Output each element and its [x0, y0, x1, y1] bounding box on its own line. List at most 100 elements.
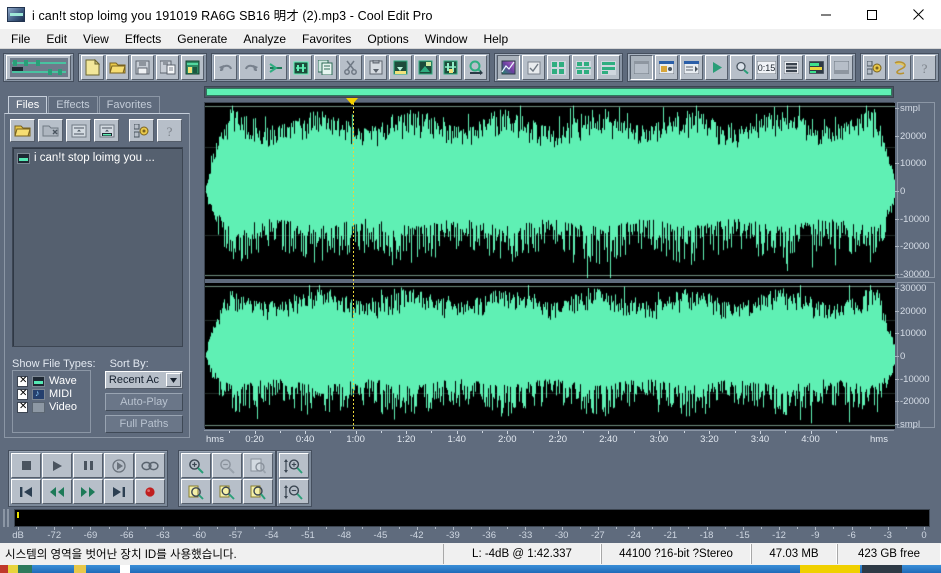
zoom-in-horizontal-button[interactable]	[181, 453, 211, 478]
undo-button[interactable]	[214, 55, 237, 80]
zoom-out-vertical-button[interactable]	[279, 479, 309, 504]
window-controls	[803, 0, 941, 29]
waveform-channel-left[interactable]	[205, 103, 895, 279]
organizer-window-button[interactable]	[630, 55, 653, 80]
scripts-button[interactable]	[888, 55, 911, 80]
zoom-out-full-button[interactable]	[243, 453, 273, 478]
status-bar-toggle-button[interactable]	[830, 55, 853, 80]
convert-sample-type-button[interactable]	[464, 55, 487, 80]
open-file-button[interactable]	[106, 55, 129, 80]
checkbox-icon[interactable]	[17, 376, 28, 387]
checkbox-wave[interactable]: Wave	[17, 375, 85, 387]
db-scale-tick	[18, 527, 19, 530]
placekeeper-window-button[interactable]	[680, 55, 703, 80]
file-list[interactable]: i can!t stop loimg you ...	[12, 147, 183, 347]
fast-forward-button[interactable]	[73, 479, 103, 504]
save-file-button[interactable]	[131, 55, 154, 80]
list-item[interactable]: i can!t stop loimg you ...	[15, 151, 180, 165]
level-meter-bar[interactable]	[14, 509, 930, 527]
menu-effects[interactable]: Effects	[117, 30, 169, 48]
save-all-button[interactable]	[181, 55, 204, 80]
zoom-out-horizontal-button[interactable]	[212, 453, 242, 478]
edit-view-button[interactable]	[547, 55, 570, 80]
insert-wave-button[interactable]	[94, 119, 119, 142]
go-to-end-button[interactable]	[104, 479, 134, 504]
zoom-in-left-edge-button[interactable]	[212, 479, 242, 504]
insert-into-multitrack-button[interactable]	[66, 119, 91, 142]
chevron-down-icon[interactable]	[166, 373, 181, 387]
help-button[interactable]: ?	[913, 55, 936, 80]
time-ruler-minor-tick	[836, 431, 837, 433]
tab-favorites[interactable]: Favorites	[99, 96, 160, 113]
multitrack-view-button[interactable]	[572, 55, 595, 80]
spectral-view-button[interactable]	[497, 55, 520, 80]
selection-view-window-button[interactable]	[780, 55, 803, 80]
redo-button[interactable]	[239, 55, 262, 80]
cursor-marker-icon[interactable]	[346, 98, 358, 105]
close-file-button[interactable]	[38, 119, 63, 142]
pause-button[interactable]	[73, 453, 103, 478]
checkbox-midi[interactable]: MIDI	[17, 388, 85, 400]
help-button[interactable]: ?	[157, 119, 182, 142]
zoom-window-button[interactable]	[730, 55, 753, 80]
full-paths-button[interactable]: Full Paths	[105, 415, 183, 433]
sort-by-select[interactable]: Recent Ac	[105, 371, 183, 389]
menu-help[interactable]: Help	[475, 30, 516, 48]
horizontal-scrollbar[interactable]	[204, 86, 894, 98]
checkbox-video[interactable]: Video	[17, 401, 85, 413]
level-meter-window-button[interactable]	[805, 55, 828, 80]
repeat-last-command-button[interactable]	[264, 55, 287, 80]
scrollbar-thumb[interactable]	[206, 88, 892, 96]
time-window-button[interactable]: 0:15	[755, 55, 778, 80]
transport-window-button[interactable]	[705, 55, 728, 80]
minimize-button[interactable]	[803, 0, 849, 29]
checkbox-icon[interactable]	[17, 389, 28, 400]
waveform-canvas-area[interactable]	[204, 102, 894, 428]
menu-favorites[interactable]: Favorites	[294, 30, 359, 48]
delete-selection-button[interactable]	[439, 55, 462, 80]
close-button[interactable]	[895, 0, 941, 29]
auto-play-button[interactable]: Auto-Play	[105, 393, 183, 411]
mix-paste-button[interactable]	[389, 55, 412, 80]
menu-edit[interactable]: Edit	[38, 30, 75, 48]
checkbox-icon[interactable]	[17, 402, 28, 413]
file-options-button[interactable]	[129, 119, 154, 142]
select-entire-wave-button[interactable]	[289, 55, 312, 80]
cut-button[interactable]	[339, 55, 362, 80]
level-meters-window-button[interactable]	[655, 55, 678, 80]
rewind-button[interactable]	[42, 479, 72, 504]
waveform-channel-right[interactable]	[205, 283, 895, 429]
time-ruler-label: 2:40	[599, 434, 618, 445]
multitrack-waveform-toggle-button[interactable]	[6, 55, 71, 80]
go-to-beginning-button[interactable]	[11, 479, 41, 504]
favorites-settings-button[interactable]	[863, 55, 886, 80]
paste-button[interactable]	[364, 55, 387, 80]
play-button[interactable]	[42, 453, 72, 478]
menu-generate[interactable]: Generate	[169, 30, 235, 48]
time-ruler[interactable]: hmshms0:200:401:001:201:402:002:202:403:…	[204, 430, 894, 446]
stop-button[interactable]	[11, 453, 41, 478]
db-scale-minor-tick	[36, 527, 37, 529]
loop-button[interactable]	[135, 453, 165, 478]
menu-file[interactable]: File	[3, 30, 38, 48]
cd-view-button[interactable]	[597, 55, 620, 80]
new-file-button[interactable]	[81, 55, 104, 80]
menu-view[interactable]: View	[75, 30, 117, 48]
save-as-button[interactable]	[156, 55, 179, 80]
zoom-in-vertical-button[interactable]	[279, 453, 309, 478]
play-to-end-button[interactable]	[104, 453, 134, 478]
trim-button[interactable]	[414, 55, 437, 80]
zoom-in-right-edge-button[interactable]	[243, 479, 273, 504]
maximize-button[interactable]	[849, 0, 895, 29]
menu-window[interactable]: Window	[417, 30, 476, 48]
copy-button[interactable]	[314, 55, 337, 80]
zoom-to-selection-button[interactable]	[181, 479, 211, 504]
tab-files[interactable]: Files	[8, 96, 47, 113]
menu-options[interactable]: Options	[359, 30, 416, 48]
wave-properties-button[interactable]	[522, 55, 545, 80]
tab-effects[interactable]: Effects	[48, 96, 97, 113]
meter-drag-handle[interactable]	[3, 509, 10, 527]
menu-analyze[interactable]: Analyze	[235, 30, 294, 48]
open-file-button[interactable]	[10, 119, 35, 142]
record-button[interactable]	[135, 479, 165, 504]
